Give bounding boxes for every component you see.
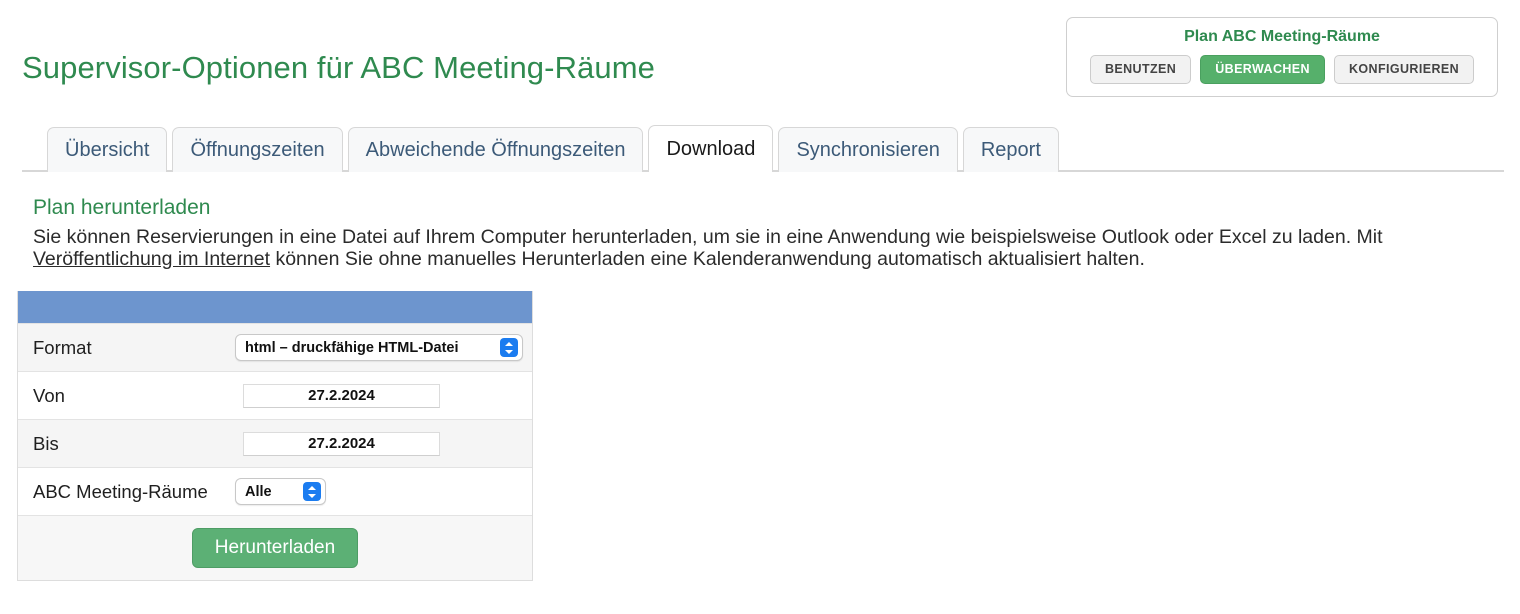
chevron-updown-icon[interactable] (500, 338, 518, 357)
tab-label: Report (980, 138, 1041, 161)
plan-mode-konfigurieren-button[interactable]: KONFIGURIEREN (1333, 55, 1475, 85)
plan-panel: Plan ABC Meeting-Räume BENUTZEN ÜBERWACH… (1066, 17, 1498, 98)
tab-oeffnungszeiten[interactable]: Öffnungszeiten (172, 127, 343, 172)
section-description: Sie können Reservierungen in eine Datei … (33, 226, 1453, 270)
form-field-rooms: Alle (235, 478, 532, 505)
form-row-von: Von (18, 371, 532, 419)
tab-label: Synchronisieren (796, 138, 940, 161)
form-label-format: Format (33, 336, 92, 358)
form-field-von (235, 383, 532, 408)
download-form: Format html – druckfähige HTML-Datei Von… (17, 291, 533, 581)
tab-list: Übersicht Öffnungszeiten Abweichende Öff… (47, 125, 1064, 172)
tab-synchronisieren[interactable]: Synchronisieren (778, 127, 958, 172)
form-row-format: Format html – druckfähige HTML-Datei (18, 323, 532, 371)
form-label-bis: Bis (33, 432, 59, 454)
description-text-part1: Sie können Reservierungen in eine Datei … (33, 226, 1383, 248)
bis-date-input[interactable] (243, 431, 440, 456)
tab-bar: Übersicht Öffnungszeiten Abweichende Öff… (0, 124, 1520, 172)
plan-mode-button-group: BENUTZEN ÜBERWACHEN KONFIGURIEREN (1077, 55, 1487, 85)
format-select-value: html – druckfähige HTML-Datei (245, 339, 459, 356)
von-date-input[interactable] (243, 383, 440, 408)
form-header-bar (18, 291, 532, 323)
form-field-bis (235, 431, 532, 456)
plan-mode-benutzen-button[interactable]: BENUTZEN (1089, 55, 1192, 85)
plan-mode-uberwachen-button[interactable]: ÜBERWACHEN (1200, 55, 1325, 85)
tab-label: Abweichende Öffnungszeiten (365, 138, 626, 161)
plan-panel-title: Plan ABC Meeting-Räume (1184, 28, 1380, 45)
form-label-rooms: ABC Meeting-Räume (33, 480, 208, 502)
tab-label: Download (666, 137, 756, 160)
page-title: Supervisor-Optionen für ABC Meeting-Räum… (22, 50, 655, 85)
description-text-part2: können Sie ohne manuelles Herunterladen … (270, 248, 1145, 270)
tab-report[interactable]: Report (962, 127, 1059, 172)
tab-label: Öffnungszeiten (190, 138, 325, 161)
tab-abweichende-oeffnungszeiten[interactable]: Abweichende Öffnungszeiten (347, 127, 644, 172)
publish-internet-link[interactable]: Veröffentlichung im Internet (33, 248, 270, 270)
section-title: Plan herunterladen (33, 196, 211, 219)
chevron-updown-icon[interactable] (303, 482, 321, 501)
rooms-select[interactable]: Alle (235, 478, 326, 505)
form-label-von: Von (33, 384, 65, 406)
tab-uebersicht[interactable]: Übersicht (47, 127, 168, 172)
form-footer: Herunterladen (18, 515, 532, 580)
tab-download[interactable]: Download (648, 125, 774, 172)
form-row-bis: Bis (18, 419, 532, 467)
tab-label: Übersicht (65, 138, 150, 161)
download-submit-button[interactable]: Herunterladen (191, 527, 359, 569)
form-row-rooms: ABC Meeting-Räume Alle (18, 467, 532, 515)
format-select[interactable]: html – druckfähige HTML-Datei (235, 334, 523, 361)
rooms-select-value: Alle (245, 483, 272, 500)
form-field-format: html – druckfähige HTML-Datei (235, 334, 532, 361)
